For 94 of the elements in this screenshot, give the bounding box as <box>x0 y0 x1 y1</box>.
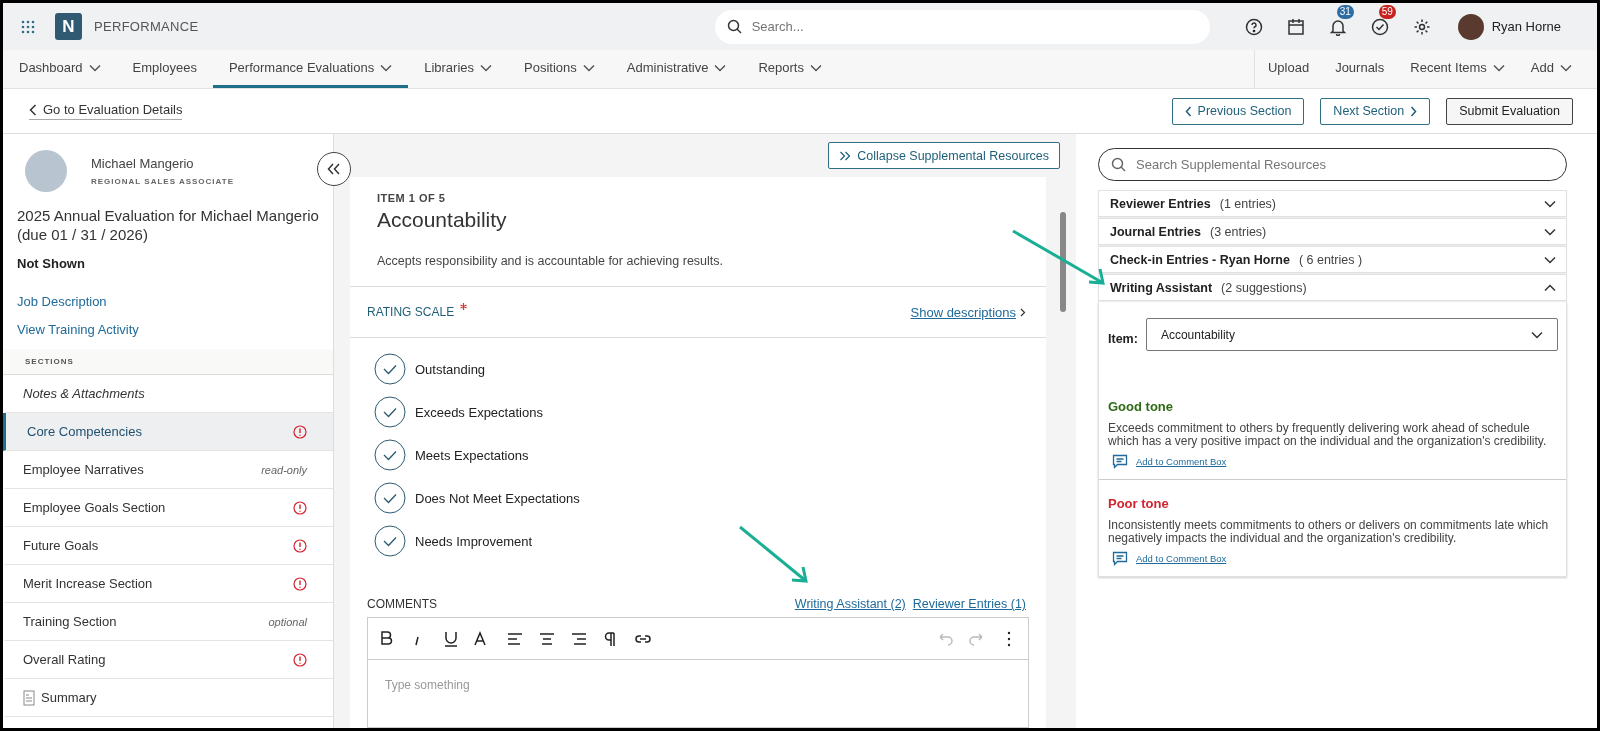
collapse-resources-button[interactable]: Collapse Supplemental Resources <box>828 142 1060 169</box>
nav-tab[interactable]: Positions <box>508 50 611 88</box>
nav-link[interactable]: Recent Items <box>1397 50 1518 88</box>
user-name[interactable]: Ryan Horne <box>1491 19 1561 34</box>
section-item[interactable]: Employee Narratives read-only <box>3 451 333 489</box>
chevron-down-icon <box>1544 227 1556 236</box>
section-item[interactable]: Summary <box>3 679 333 717</box>
section-item[interactable]: Training Section optional <box>3 603 333 641</box>
side-link[interactable]: View Training Activity <box>3 322 153 337</box>
section-note: read-only <box>261 463 307 476</box>
comment-link[interactable]: Reviewer Entries (1) <box>912 597 1026 611</box>
help-icon[interactable] <box>1244 17 1263 36</box>
chevron-down-icon <box>1544 199 1556 208</box>
count-badge: 31 <box>1336 4 1354 19</box>
nav-link[interactable]: Journals <box>1322 50 1398 88</box>
rating-option[interactable]: Meets Expectations <box>374 439 529 471</box>
accordion-header[interactable]: Reviewer Entries (1 entries) <box>1098 190 1567 217</box>
search-icon <box>726 19 742 34</box>
rating-option[interactable]: Needs Improvement <box>374 525 533 557</box>
double-chevron-right-icon <box>839 150 852 161</box>
nav-tab[interactable]: Reports <box>742 50 838 88</box>
section-item[interactable]: Employee Goals Section <box>3 489 333 527</box>
accordion-header[interactable]: Writing Assistant (2 suggestions) <box>1098 274 1567 301</box>
suggestion-text: Exceeds commitment to others by frequently delivering work ahead of schedule which has a very positive impact on the individual and the organization's credibility. <box>1108 422 1548 448</box>
underline-icon[interactable] <box>442 629 460 648</box>
comment-icon[interactable] <box>1112 551 1128 566</box>
document-icon <box>23 689 35 706</box>
nav-tab[interactable]: Performance Evaluations <box>212 50 409 88</box>
nav-tab[interactable]: Employees <box>116 50 213 88</box>
search-bar[interactable]: Search... <box>714 9 1210 44</box>
item-label: Item: <box>1108 331 1138 346</box>
employee-role: REGIONAL SALES ASSOCIATE <box>91 177 234 186</box>
section-item[interactable]: Core Competencies <box>3 413 333 451</box>
section-item[interactable]: Merit Increase Section <box>3 565 333 603</box>
comment-link[interactable]: Writing Assistant (2) <box>794 597 906 611</box>
next-section-button[interactable]: Next Section <box>1320 97 1431 125</box>
add-to-comment-link[interactable]: Add to Comment Box <box>1136 456 1227 467</box>
add-to-comment-link[interactable]: Add to Comment Box <box>1136 553 1227 564</box>
evaluation-title: 2025 Annual Evaluation for Michael Mangerio (due 01 / 31 / 2026) <box>16 206 320 244</box>
nav-tab[interactable]: Libraries <box>408 50 509 88</box>
chevron-left-icon <box>1184 105 1192 117</box>
previous-section-button[interactable]: Previous Section <box>1171 97 1305 125</box>
search-field[interactable]: Search... <box>749 18 1198 35</box>
annotation-arrow <box>738 525 810 585</box>
app-logo: N <box>55 13 82 40</box>
item-title: Accountability <box>377 208 508 232</box>
item-counter: ITEM 1 OF 5 <box>377 192 447 204</box>
employee-name: Michael Mangerio <box>91 156 195 171</box>
rating-option[interactable]: Outstanding <box>374 353 486 385</box>
visibility-status: Not Shown <box>16 255 86 271</box>
chevron-right-icon <box>1410 105 1418 117</box>
item-dropdown[interactable]: Accountability <box>1145 318 1558 351</box>
chevron-down-icon <box>1531 330 1543 339</box>
calendar-icon[interactable] <box>1286 17 1305 36</box>
side-link[interactable]: Job Description <box>3 294 121 309</box>
check-circle-icon[interactable] <box>1370 17 1389 36</box>
accordion-header[interactable]: Check-in Entries - Ryan Horne ( 6 entries ) <box>1098 246 1567 273</box>
bell-icon[interactable] <box>1328 17 1347 36</box>
submit-button[interactable]: Submit Evaluation <box>1446 97 1573 125</box>
nav-link[interactable]: Upload <box>1254 50 1323 88</box>
section-note: optional <box>268 615 307 628</box>
double-chevron-left-icon <box>327 163 341 175</box>
count-badge: 59 <box>1378 4 1396 19</box>
rating-option[interactable]: Exceeds Expectations <box>374 396 543 428</box>
accordion-header[interactable]: Journal Entries (3 entries) <box>1098 218 1567 245</box>
nav-tab[interactable]: Dashboard <box>3 50 117 88</box>
tone-label: Poor tone <box>1108 496 1170 511</box>
rating-option[interactable]: Does Not Meet Expectations <box>374 482 580 514</box>
chevron-down-icon <box>1544 255 1556 264</box>
user-avatar[interactable] <box>1457 13 1484 40</box>
sections-heading: SECTIONS <box>3 349 333 375</box>
chevron-up-icon <box>1544 283 1556 292</box>
comment-editor[interactable]: Type something <box>367 617 1029 728</box>
search-icon <box>1111 157 1126 172</box>
collapse-panel-button[interactable] <box>317 152 351 186</box>
section-item[interactable]: Future Goals <box>3 527 333 565</box>
scrollbar-thumb[interactable] <box>1060 212 1066 312</box>
rating-scale-label: RATING SCALE <box>367 305 455 319</box>
comments-label: COMMENTS <box>367 597 437 611</box>
photo-placeholder <box>25 150 67 192</box>
back-link[interactable]: Go to Evaluation Details <box>29 102 183 120</box>
item-description: Accepts responsibility and is accountable for achieving results. <box>377 254 724 268</box>
app-title: PERFORMANCE <box>94 19 199 34</box>
tone-label: Good tone <box>1108 399 1174 414</box>
nav-link[interactable]: Add <box>1517 50 1585 88</box>
suggestion-text: Inconsistently meets commitments to others or delivers on commitments late which negatively impacts the individual and the organization's credibility. <box>1108 519 1550 545</box>
app-grid-icon[interactable] <box>21 19 35 34</box>
section-item[interactable]: Overall Rating <box>3 641 333 679</box>
nav-tab[interactable]: Administrative <box>610 50 743 88</box>
chevron-left-icon <box>29 103 37 116</box>
show-descriptions-link[interactable]: Show descriptions <box>910 304 1026 320</box>
chevron-right-icon <box>1020 307 1026 317</box>
comment-icon[interactable] <box>1112 454 1128 469</box>
settings-icon[interactable] <box>1412 17 1431 36</box>
